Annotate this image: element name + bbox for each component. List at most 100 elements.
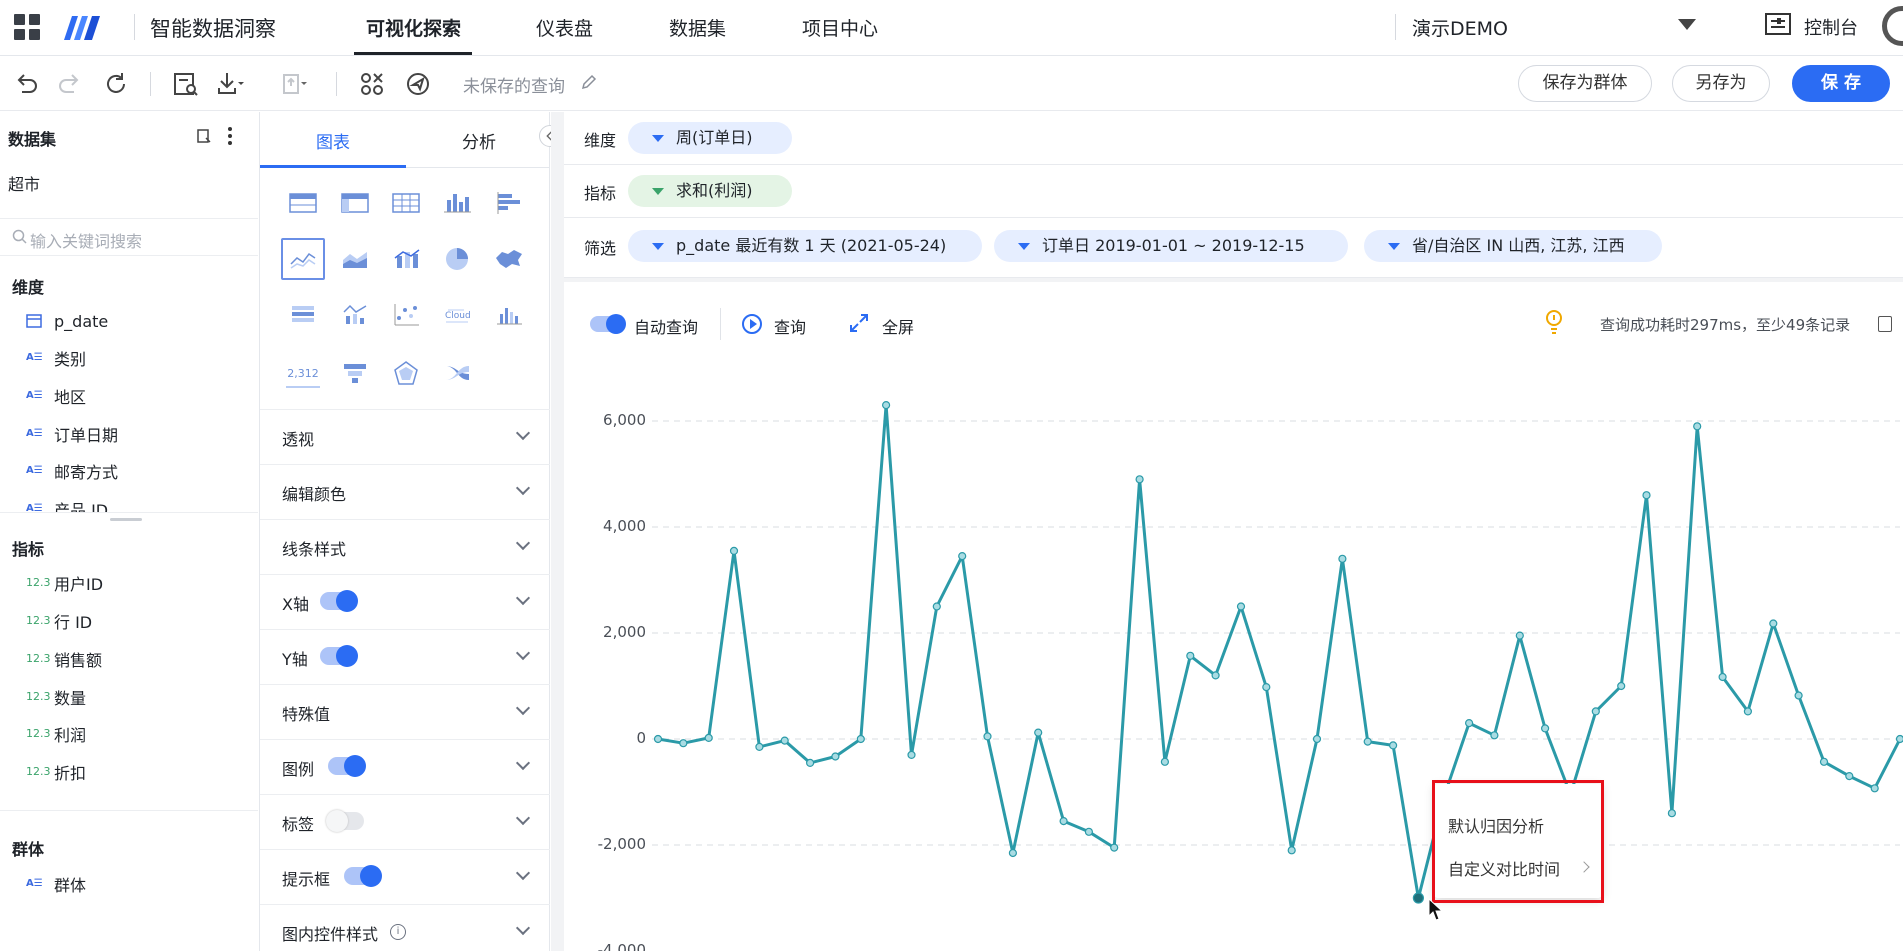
- data-point[interactable]: [1110, 843, 1119, 852]
- area-chart-icon[interactable]: [338, 244, 372, 274]
- data-point[interactable]: [1743, 707, 1753, 716]
- redo-icon[interactable]: [56, 70, 84, 98]
- project-selector[interactable]: 演示DEMO: [1412, 14, 1508, 41]
- data-point[interactable]: [1186, 651, 1195, 660]
- line-chart-icon[interactable]: [286, 244, 320, 274]
- download-icon[interactable]: [216, 70, 244, 98]
- chevron-down-icon[interactable]: [515, 865, 531, 881]
- percent-chart-icon[interactable]: [338, 300, 372, 330]
- legend-toggle[interactable]: [328, 755, 366, 777]
- series-line[interactable]: [657, 403, 1902, 900]
- field-item[interactable]: 12.3 用户ID: [26, 572, 103, 594]
- data-point[interactable]: [679, 739, 688, 748]
- more-vertical-icon[interactable]: [226, 126, 234, 146]
- field-item[interactable]: 12.3 行 ID: [26, 610, 92, 632]
- tab-chart[interactable]: 图表: [316, 128, 350, 153]
- data-point[interactable]: [1287, 846, 1296, 855]
- data-point[interactable]: [1515, 631, 1524, 640]
- data-point[interactable]: [1059, 816, 1068, 826]
- data-point[interactable]: [1034, 728, 1043, 737]
- data-point[interactable]: [1490, 731, 1499, 740]
- word-cloud-icon[interactable]: Cloud: [440, 300, 474, 330]
- chevron-down-icon[interactable]: [515, 700, 531, 716]
- column-chart-icon[interactable]: [440, 188, 474, 218]
- data-point[interactable]: [1693, 422, 1702, 431]
- field-item[interactable]: A☰ 邮寄方式: [26, 460, 118, 482]
- filter-pill[interactable]: 省/自治区 IN 山西, 江苏, 江西: [1364, 230, 1662, 262]
- data-point[interactable]: [1617, 681, 1626, 691]
- nav-tab-project-center[interactable]: 项目中心: [802, 14, 878, 41]
- data-point[interactable]: [1895, 734, 1903, 744]
- data-point[interactable]: [1363, 737, 1372, 746]
- pie-chart-icon[interactable]: [440, 244, 474, 274]
- filter-pill[interactable]: p_date 最近有数 1 天 (2021-05-24): [628, 230, 982, 262]
- data-point[interactable]: [806, 758, 815, 767]
- sql-view-icon[interactable]: [172, 70, 200, 98]
- dataset-switch-icon[interactable]: [196, 128, 212, 144]
- app-launcher-icon[interactable]: [14, 14, 40, 40]
- dataset-name[interactable]: 超市: [8, 171, 40, 195]
- data-point[interactable]: [729, 546, 739, 555]
- save-button[interactable]: 保 存: [1792, 65, 1890, 102]
- x-axis-toggle[interactable]: [320, 590, 358, 612]
- data-point[interactable]: [1312, 734, 1322, 744]
- data-point[interactable]: [1262, 683, 1271, 692]
- table-chart-icon[interactable]: [286, 188, 320, 218]
- setting-y-axis[interactable]: Y轴: [260, 629, 550, 684]
- stacked-bar-icon[interactable]: [286, 300, 320, 330]
- scatter-chart-icon[interactable]: [389, 300, 423, 330]
- data-point[interactable]: [1870, 784, 1879, 793]
- field-item[interactable]: A☰ 群体: [26, 873, 86, 895]
- data-point[interactable]: [1464, 719, 1474, 728]
- data-point[interactable]: [1412, 892, 1425, 904]
- chevron-down-icon[interactable]: [1678, 19, 1696, 30]
- info-icon[interactable]: i: [390, 924, 406, 940]
- setting-tooltip[interactable]: 提示框: [260, 849, 550, 904]
- data-point[interactable]: [1008, 848, 1017, 858]
- funnel-chart-icon[interactable]: [338, 358, 372, 388]
- setting-x-axis[interactable]: X轴: [260, 574, 550, 629]
- histogram-icon[interactable]: [492, 300, 526, 330]
- nav-tab-dataset[interactable]: 数据集: [669, 14, 726, 41]
- chevron-down-icon[interactable]: [515, 535, 531, 551]
- share-icon[interactable]: [404, 70, 432, 98]
- setting-line-style[interactable]: 线条样式: [260, 519, 550, 574]
- data-point[interactable]: [882, 400, 891, 410]
- measure-pill[interactable]: 求和(利润): [628, 175, 792, 207]
- data-point[interactable]: [1845, 772, 1854, 781]
- pivot-table-icon[interactable]: [338, 188, 372, 218]
- field-item[interactable]: 12.3 折扣: [26, 761, 86, 783]
- chevron-down-icon[interactable]: [515, 755, 531, 771]
- nav-tab-dashboard[interactable]: 仪表盘: [536, 14, 593, 41]
- refresh-icon[interactable]: [102, 70, 130, 98]
- data-point[interactable]: [1211, 671, 1220, 680]
- field-item[interactable]: 12.3 利润: [26, 723, 86, 745]
- setting-labels[interactable]: 标签: [260, 794, 550, 849]
- data-point[interactable]: [907, 750, 916, 759]
- chevron-down-icon[interactable]: [515, 645, 531, 661]
- data-point[interactable]: [1160, 757, 1170, 766]
- save-as-group-button[interactable]: 保存为群体: [1518, 65, 1652, 102]
- data-point[interactable]: [1338, 554, 1347, 563]
- data-point[interactable]: [983, 732, 992, 741]
- data-point[interactable]: [856, 734, 865, 744]
- data-point[interactable]: [1667, 809, 1677, 818]
- swap-axes-icon[interactable]: [358, 70, 386, 98]
- data-point[interactable]: [831, 752, 840, 761]
- sankey-chart-icon[interactable]: [440, 358, 474, 388]
- data-point[interactable]: [1769, 619, 1778, 628]
- setting-legend[interactable]: 图例: [260, 739, 550, 794]
- field-item[interactable]: A☰ 产品 ID: [26, 498, 108, 512]
- bar-chart-icon[interactable]: [492, 188, 526, 218]
- data-point[interactable]: [755, 742, 764, 751]
- data-point[interactable]: [1642, 491, 1651, 500]
- field-item[interactable]: A☰ 订单日期: [26, 423, 118, 445]
- data-point[interactable]: [1591, 707, 1600, 716]
- detail-table-icon[interactable]: [389, 188, 423, 218]
- data-point[interactable]: [1540, 724, 1550, 733]
- dimension-pill[interactable]: 周(订单日): [628, 122, 792, 154]
- data-point[interactable]: [780, 736, 789, 745]
- data-point[interactable]: [1388, 741, 1398, 750]
- data-point[interactable]: [932, 602, 941, 611]
- edit-icon[interactable]: [580, 73, 598, 91]
